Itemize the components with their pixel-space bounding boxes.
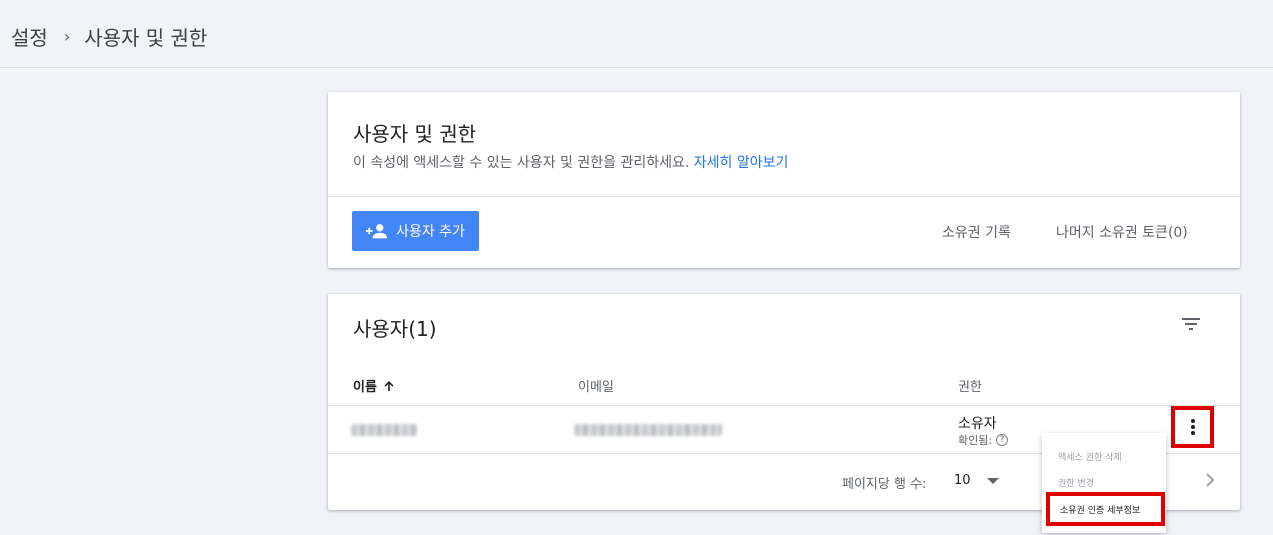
add-user-button[interactable]: 사용자 추가 [352, 211, 479, 251]
chevron-right-icon[interactable] [1202, 470, 1218, 490]
rows-per-page-label: 페이지당 행 수: [842, 477, 927, 492]
user-permissions-card: 사용자 및 권한 이 속성에 액세스할 수 있는 사용자 및 권한을 관리하세요… [328, 92, 1240, 268]
breadcrumb-current: 사용자 및 권한 [84, 25, 208, 50]
add-person-icon [366, 224, 388, 239]
menu-item-ownership-verification-details[interactable]: 소유권 인증 세부정보 [1046, 492, 1165, 526]
help-icon[interactable]: ? [996, 434, 1009, 446]
verified-label: 확인됨: [958, 434, 993, 447]
description-text: 이 속성에 액세스할 수 있는 사용자 및 권한을 관리하세요. [353, 155, 690, 171]
column-name-label: 이름 [353, 380, 377, 395]
users-title: 사용자(1) [353, 317, 437, 341]
breadcrumb: 설정 › 사용자 및 권한 [11, 22, 207, 50]
page-title: 사용자 및 권한 [353, 122, 477, 146]
filter-icon[interactable] [1179, 312, 1203, 336]
remaining-tokens-button[interactable]: 나머지 소유권 토큰(0) [1056, 222, 1188, 242]
rows-per-page-value: 10 [954, 473, 971, 488]
more-vert-icon [1190, 419, 1195, 435]
sort-up-arrow-icon [384, 380, 394, 391]
rows-per-page-select[interactable]: 10 [954, 473, 999, 488]
breadcrumb-separator-icon: › [63, 26, 71, 46]
menu-item-change-permission[interactable]: 권한 변경 [1058, 476, 1094, 489]
page-description: 이 속성에 액세스할 수 있는 사용자 및 권한을 관리하세요. 자세히 알아보… [353, 152, 788, 172]
column-header-permission[interactable]: 권한 [958, 376, 982, 395]
divider [328, 196, 1240, 197]
redacted-user-name [351, 424, 417, 436]
ownership-history-button[interactable]: 소유권 기록 [942, 222, 1011, 242]
redacted-user-email [574, 424, 722, 436]
add-user-label: 사용자 추가 [396, 224, 465, 240]
permission-role: 소유자 [958, 416, 997, 432]
verified-status: 확인됨: ? [958, 432, 1009, 448]
column-header-name[interactable]: 이름 [353, 376, 395, 395]
breadcrumb-settings[interactable]: 설정 [11, 22, 48, 51]
learn-more-link[interactable]: 자세히 알아보기 [694, 155, 789, 171]
chevron-down-icon [986, 477, 999, 484]
row-context-menu: 액세스 권한 삭제 권한 변경 소유권 인증 세부정보 [1042, 433, 1166, 533]
more-options-button[interactable] [1171, 406, 1214, 448]
menu-item-remove-access[interactable]: 액세스 권한 삭제 [1058, 450, 1122, 463]
top-bar: 설정 › 사용자 및 권한 [0, 0, 1273, 68]
column-header-email[interactable]: 이메일 [578, 376, 614, 395]
